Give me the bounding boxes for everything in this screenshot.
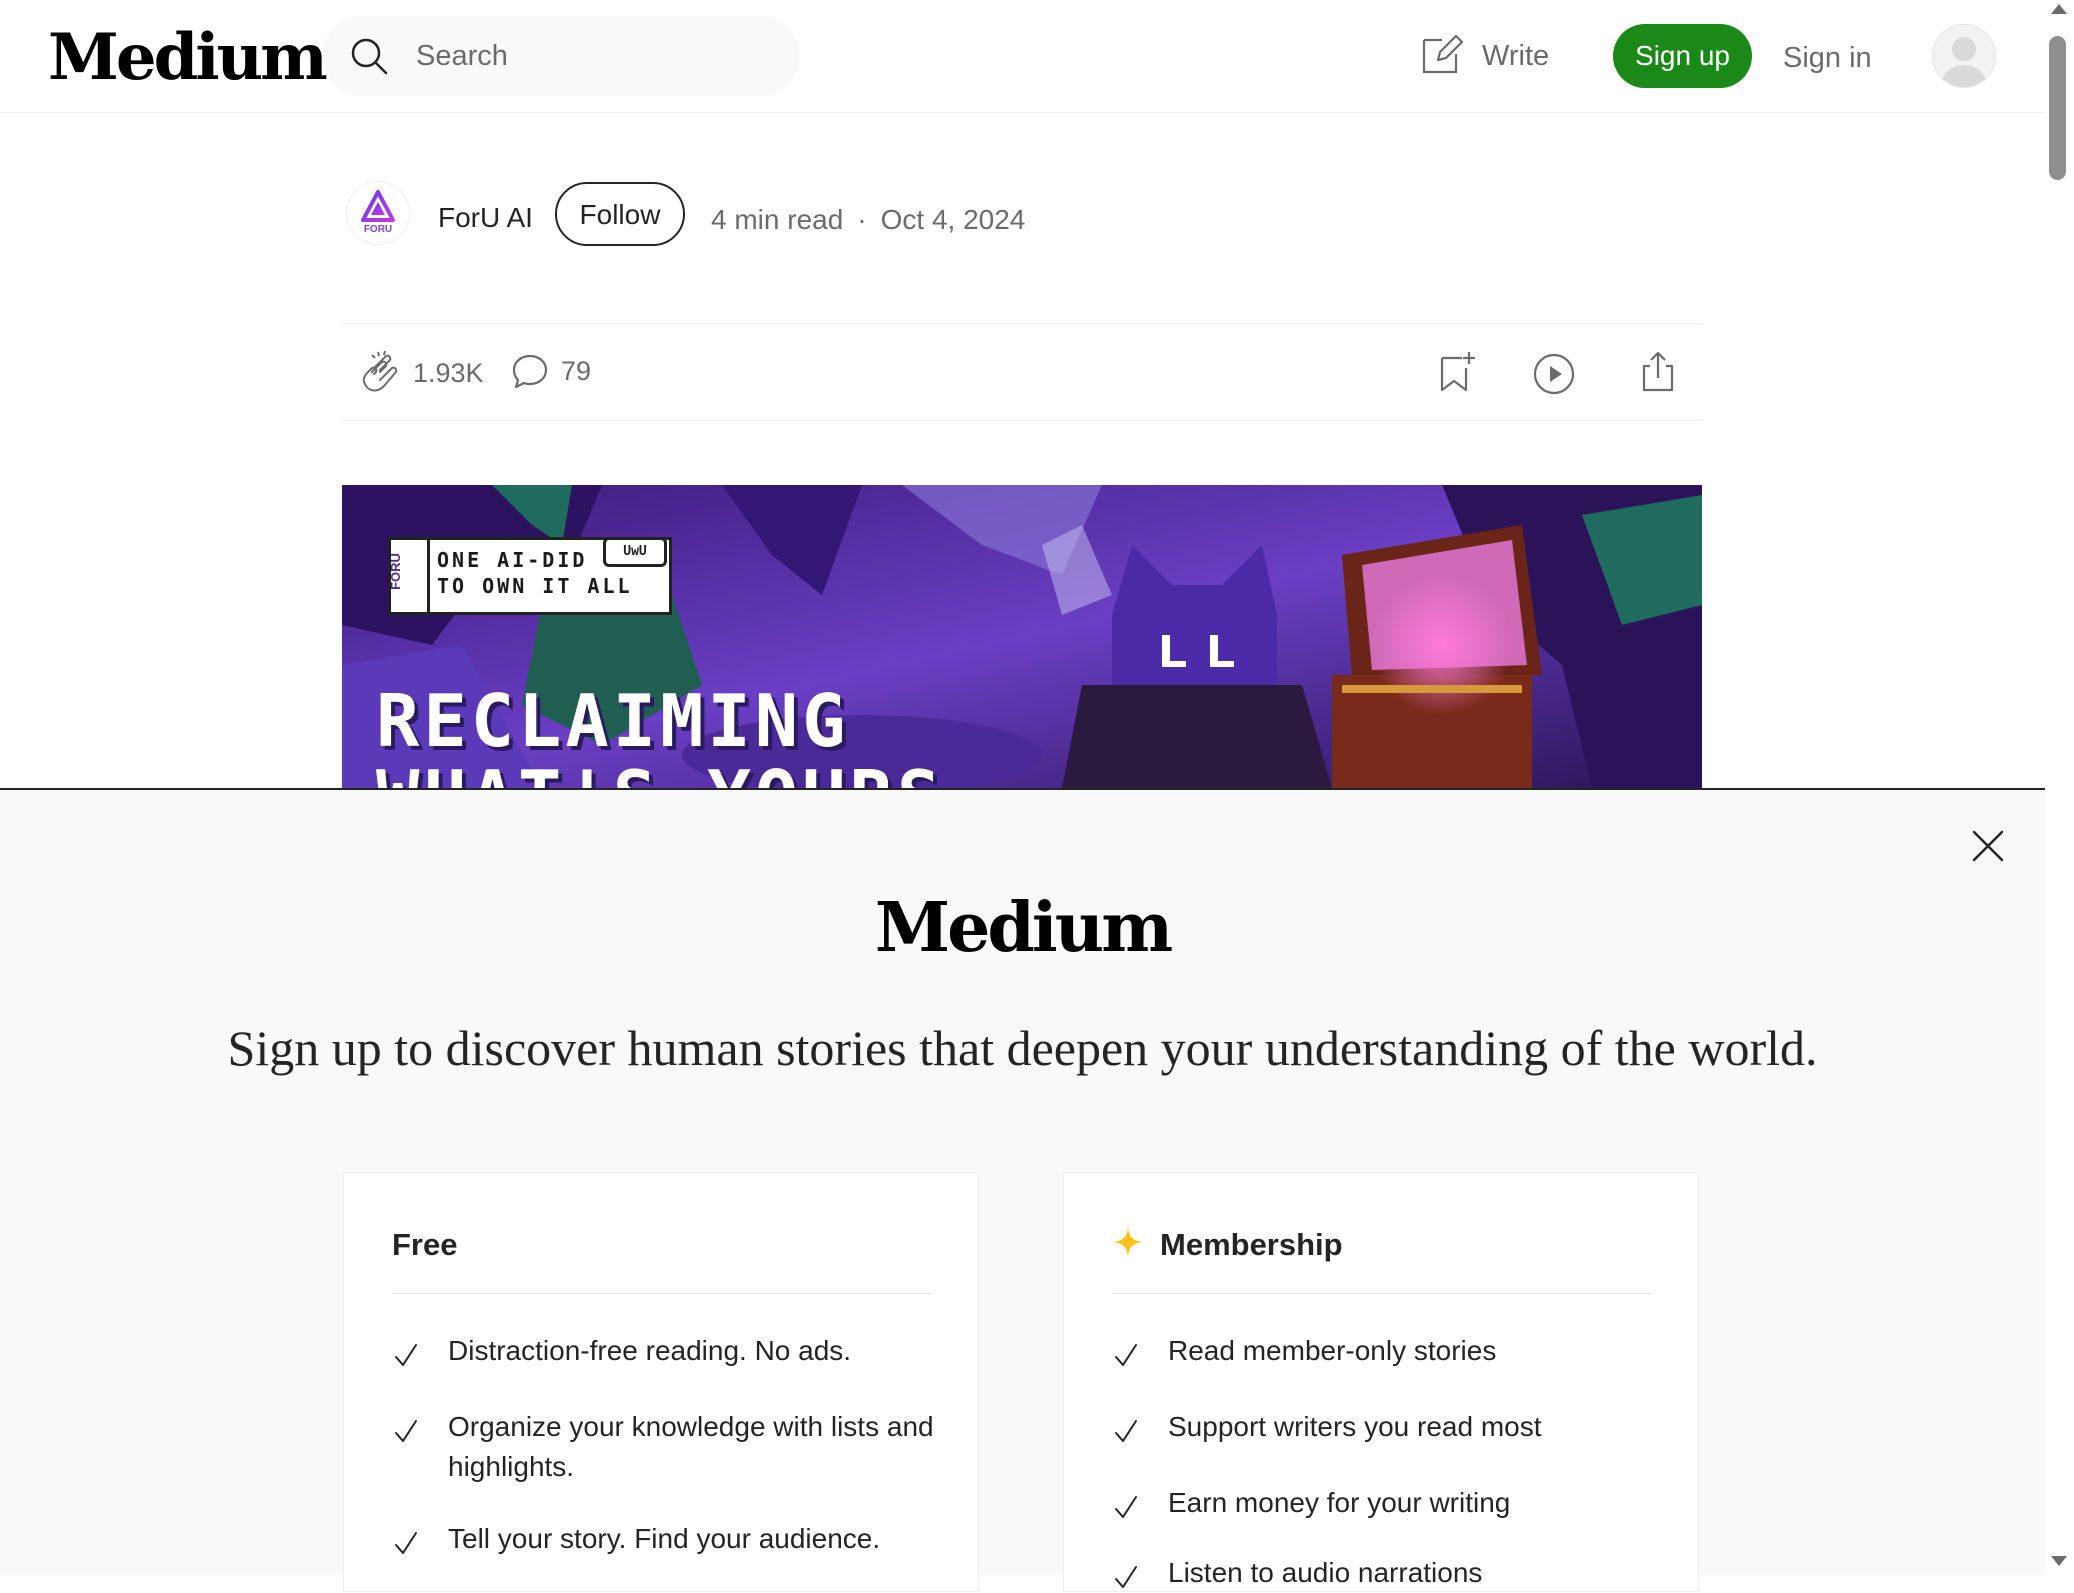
publish-date: Oct 4, 2024 <box>880 204 1026 235</box>
check-icon <box>1115 1420 1137 1442</box>
foru-logo-icon: FORU <box>361 190 395 235</box>
signin-link[interactable]: Sign in <box>1783 40 1872 76</box>
check-icon <box>1115 1344 1137 1366</box>
search-input[interactable]: Search <box>322 16 800 96</box>
check-icon <box>1115 1566 1137 1588</box>
hero-image: FORU ONE AI-DID TO OWN IT ALL UwU RECLAI… <box>342 485 1702 788</box>
membership-plan-card[interactable]: Membership Read member-only stories Supp… <box>1063 1172 1699 1592</box>
user-icon <box>1942 37 1986 87</box>
scroll-down-arrow-icon[interactable] <box>2051 1556 2067 1566</box>
play-listen-icon[interactable] <box>1532 352 1576 396</box>
follow-button[interactable]: Follow <box>555 182 685 246</box>
free-plan-card[interactable]: Free Distraction-free reading. No ads. O… <box>343 1172 979 1592</box>
membership-plan-title: Membership <box>1160 1227 1343 1262</box>
scrollbar[interactable] <box>2045 0 2074 1574</box>
modal-tagline: Sign up to discover human stories that d… <box>227 1020 1818 1076</box>
write-label: Write <box>1482 40 1550 72</box>
response-icon[interactable] <box>510 352 550 392</box>
bookmark-add-icon[interactable] <box>1436 350 1476 394</box>
search-icon <box>351 38 388 75</box>
card-divider <box>392 1293 932 1294</box>
response-count: 79 <box>561 356 592 386</box>
star-icon <box>1114 1227 1142 1257</box>
search-placeholder: Search <box>416 40 508 72</box>
modal-medium-logo: Medium <box>874 888 1173 968</box>
badge-tag: UwU <box>603 537 667 567</box>
user-avatar[interactable] <box>1932 24 1996 88</box>
hero-headline-line1: RECLAIMING <box>376 679 850 763</box>
top-nav: Medium Search Write Sign up Sign in <box>0 0 2045 113</box>
check-icon <box>1115 1496 1137 1518</box>
medium-logo[interactable]: Medium <box>48 18 328 98</box>
write-icon <box>1422 34 1464 74</box>
scrollbar-thumb[interactable] <box>2049 36 2066 180</box>
divider <box>342 420 1702 421</box>
divider <box>342 323 1702 324</box>
share-icon[interactable] <box>1638 350 1678 394</box>
clap-icon[interactable] <box>358 350 406 398</box>
signup-button[interactable]: Sign up <box>1613 24 1752 88</box>
hero-badge: FORU ONE AI-DID TO OWN IT ALL UwU <box>388 537 672 615</box>
meta-separator: · <box>857 204 867 235</box>
badge-brand: FORU <box>388 540 430 612</box>
free-plan-title: Free <box>392 1227 458 1262</box>
hero-headline-line2: WHAT'S YOURS <box>376 761 944 788</box>
check-icon <box>395 1344 417 1366</box>
author-name[interactable]: ForU AI <box>438 200 533 236</box>
check-icon <box>395 1532 417 1554</box>
badge-line2: TO OWN IT ALL <box>437 574 633 598</box>
close-icon[interactable] <box>1970 828 2006 864</box>
article-meta: 4 min read · Oct 4, 2024 <box>711 202 1025 238</box>
scroll-up-arrow-icon[interactable] <box>2051 4 2067 14</box>
card-divider <box>1112 1293 1652 1294</box>
author-logo-text: FORU <box>364 224 392 235</box>
badge-line1: ONE AI-DID <box>437 548 588 572</box>
read-time: 4 min read <box>711 204 844 235</box>
clap-count: 1.93K <box>413 358 484 388</box>
author-avatar[interactable]: FORU <box>346 181 410 245</box>
check-icon <box>395 1420 417 1442</box>
